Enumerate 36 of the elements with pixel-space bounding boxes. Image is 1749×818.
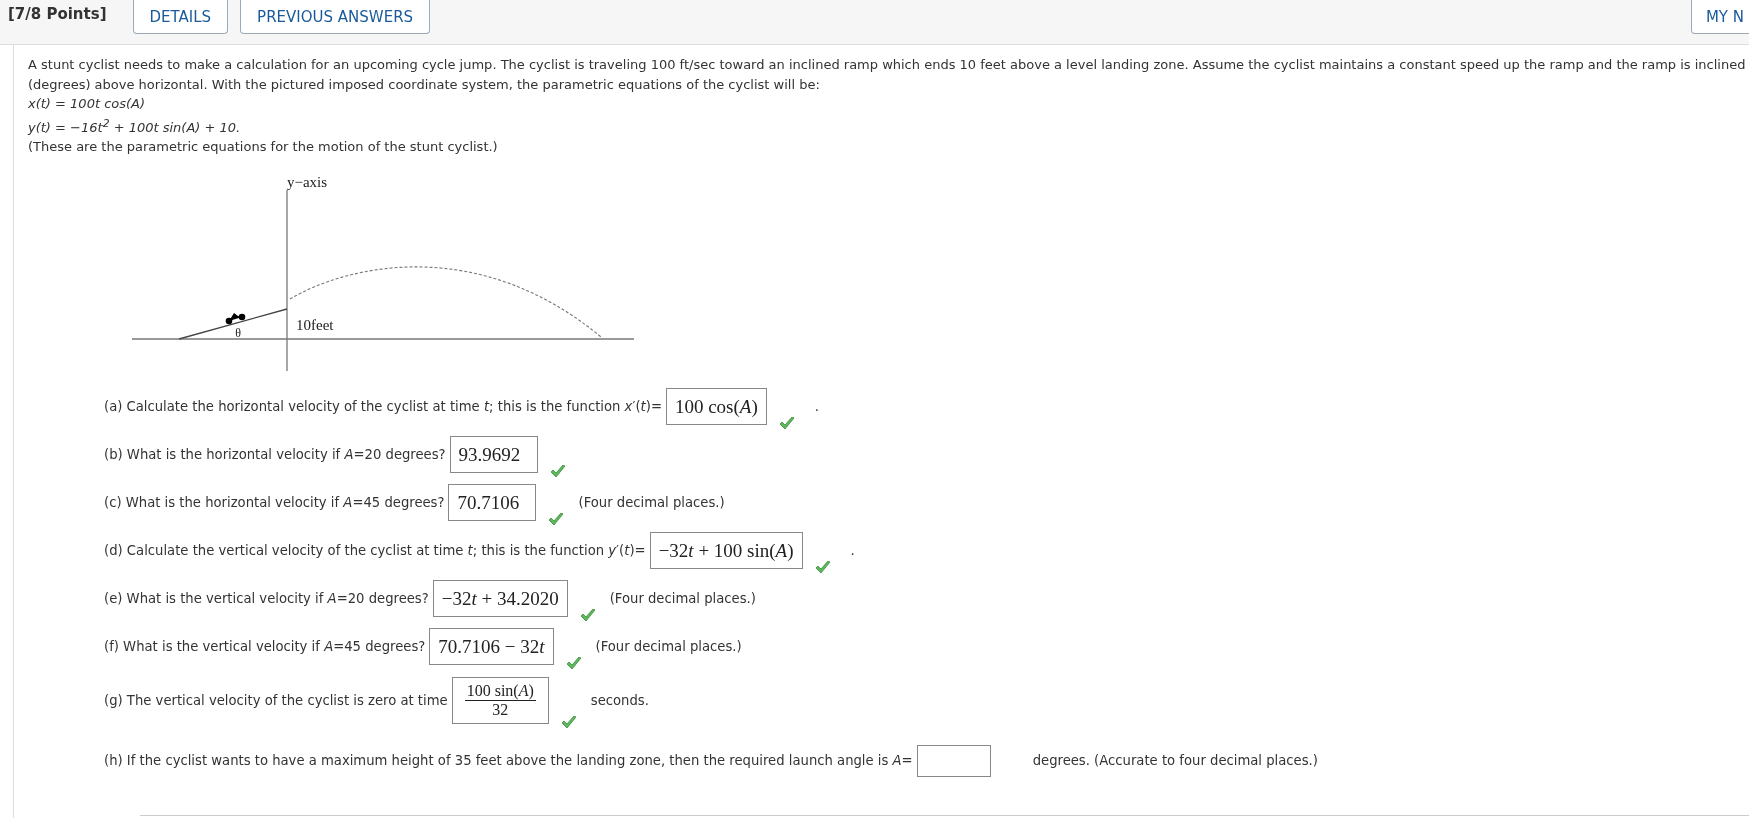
problem-text: A stunt cyclist needs to make a calculation for an upcoming cycle jump. The cyclist is traveling 100 ft/sec toward an inclined ramp which ends 10 feet above a level landing zone. Assume the cyclist maintains a constant speed up the ramp and the ramp is inclined (28, 56, 1747, 74)
question-text: (d) Calculate the vertical velocity of the cyclist at time t; this is the function y′(t)= (104, 543, 646, 559)
question-text: (g) The vertical velocity of the cyclist is zero at time (104, 693, 448, 709)
answer-box[interactable]: 100 sin(A) 32 (451, 677, 549, 725)
question-text: (b) What is the horizontal velocity if A=20 degrees? (104, 447, 446, 463)
header-button[interactable]: PREVIOUS ANSWERS (240, 0, 431, 34)
problem-text: (degrees) above horizontal. With the pictured imposed coordinate system, the parametric equations of the cyclist will be: (28, 75, 821, 94)
answer-field[interactable] (916, 744, 991, 777)
answer-note: (Four decimal places.) (595, 639, 742, 655)
points-label: [7/8 Points] (8, 5, 107, 23)
answer-note: seconds. (590, 693, 649, 709)
problem-text: (These are the parametric equations for the motion of the stunt cyclist.) (28, 138, 499, 157)
question-text: (a) Calculate the horizontal velocity of the cyclist at time t; this is the function x′(t)= (104, 399, 662, 415)
answer-box[interactable]: 100 cos(A) (665, 388, 767, 426)
motorcycle-icon (225, 312, 246, 325)
answer-box[interactable]: 93.9692 (449, 436, 538, 474)
answer-note: (Four decimal places.) (609, 591, 756, 607)
answer-note: . (850, 543, 855, 559)
header-button[interactable]: DETAILS (132, 0, 229, 34)
equation: x(t) = 100t cos(A) (28, 95, 147, 113)
angle-label: θ (235, 325, 241, 340)
answer-box[interactable]: 70.7106 − 32t (429, 628, 554, 666)
question-text: (f) What is the vertical velocity if A=45 degrees? (104, 639, 426, 655)
axis-label: y−axis (286, 173, 328, 190)
answer-box[interactable]: 70.7106 (448, 484, 537, 522)
answer-note: . (814, 399, 819, 415)
height-label: 10feet (296, 316, 334, 333)
equation: y(t) = −16t$^{2}$ + 100t sin(A) + 10. (28, 115, 242, 137)
question-text: (h) If the cyclist wants to have a maximum height of 35 feet above the landing zone, then the required launch angle is A= (104, 753, 913, 769)
answer-note: (Four decimal places.) (578, 495, 725, 511)
header-button[interactable]: MY N (1690, 0, 1749, 34)
question-text: (c) What is the horizontal velocity if A=45 degrees? (104, 495, 445, 511)
question-text: (e) What is the vertical velocity if A=20 degrees? (104, 591, 429, 607)
answer-note: degrees. (Accurate to four decimal places.) (1032, 753, 1318, 769)
answer-box[interactable]: −32t + 34.2020 (432, 580, 568, 618)
answer-box[interactable]: −32t + 100 sin(A) (649, 532, 803, 570)
